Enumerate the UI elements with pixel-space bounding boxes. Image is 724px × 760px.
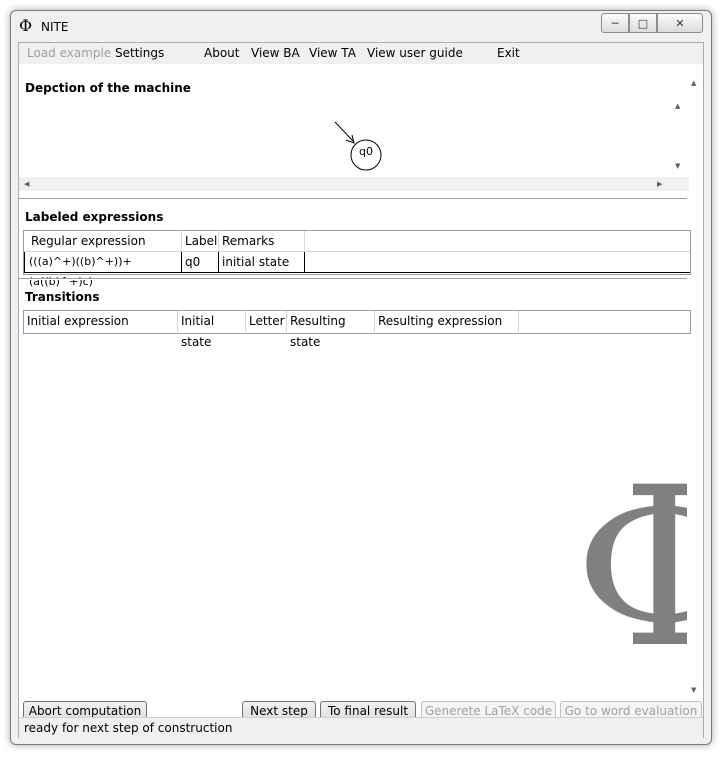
main-content: Load example Settings About View BA View… xyxy=(18,42,704,738)
labeled-expressions-title: Labeled expressions xyxy=(25,210,164,224)
phi-app-icon: Φ xyxy=(19,16,33,35)
machine-canvas[interactable]: q0 xyxy=(19,99,689,179)
menu-view-ba[interactable]: View BA xyxy=(251,46,300,60)
labeled-expressions-table: Regular expression Label Remarks (((a)^+… xyxy=(23,230,691,288)
window-title: NITE xyxy=(41,20,69,34)
cell-regular-expression[interactable]: (((a)^+)((b)^+))+(a((b)^+)c) xyxy=(24,252,182,288)
scroll-up-arrow-icon[interactable]: ▲ xyxy=(691,79,696,87)
section-divider xyxy=(19,198,687,200)
status-bar: ready for next step of construction xyxy=(19,717,703,738)
column-header-initial-expression[interactable]: Initial expression xyxy=(24,311,178,332)
depiction-title: Depction of the machine xyxy=(25,81,191,95)
transitions-title: Transitions xyxy=(25,290,100,304)
app-window: Φ NITE ─ □ ✕ Load example Settings About… xyxy=(10,10,712,745)
menu-bar: Load example Settings About View BA View… xyxy=(19,43,703,64)
minimize-button[interactable]: ─ xyxy=(601,13,629,33)
column-header-initial-state[interactable]: Initial state xyxy=(178,311,246,349)
transitions-table: Initial expression Initial state Letter … xyxy=(23,310,691,349)
menu-view-ta[interactable]: View TA xyxy=(309,46,356,60)
column-header-regular-expression[interactable]: Regular expression xyxy=(24,231,182,252)
depiction-scroll-up-icon[interactable]: ▲ xyxy=(675,102,680,110)
column-header-remarks[interactable]: Remarks xyxy=(219,231,305,252)
initial-arrowhead xyxy=(345,134,355,144)
table-row[interactable]: (((a)^+)((b)^+))+(a((b)^+)c) q0 initial … xyxy=(24,252,690,288)
state-label: q0 xyxy=(359,145,373,158)
status-text: ready for next step of construction xyxy=(24,721,233,735)
scroll-down-arrow-icon[interactable]: ▼ xyxy=(691,686,696,694)
initial-arrow-line xyxy=(334,121,354,142)
scroll-left-icon[interactable]: ◀ xyxy=(24,180,29,188)
menu-about[interactable]: About xyxy=(204,46,239,60)
scroll-right-icon[interactable]: ▶ xyxy=(657,180,662,188)
column-header-resulting-expression[interactable]: Resulting expression xyxy=(375,311,519,332)
column-header-filler xyxy=(305,231,690,252)
menu-exit[interactable]: Exit xyxy=(497,46,520,60)
phi-logo-glyph: Φ xyxy=(574,478,687,663)
window-controls: ─ □ ✕ xyxy=(601,13,703,33)
cell-label[interactable]: q0 xyxy=(182,252,219,272)
close-icon: ✕ xyxy=(675,16,685,30)
maximize-icon: □ xyxy=(637,16,649,30)
maximize-button[interactable]: □ xyxy=(629,13,657,33)
menu-settings[interactable]: Settings xyxy=(115,46,164,60)
table-bottom-rule xyxy=(24,272,690,273)
column-header-letter[interactable]: Letter xyxy=(246,311,287,332)
depiction-horizontal-scrollbar[interactable]: ◀ ▶ xyxy=(19,177,689,191)
minimize-icon: ─ xyxy=(611,16,619,30)
column-header-label[interactable]: Label xyxy=(182,231,219,252)
column-header-resulting-state[interactable]: Resulting state xyxy=(287,311,375,349)
depiction-scroll-down-icon[interactable]: ▼ xyxy=(675,162,680,170)
menu-view-user-guide[interactable]: View user guide xyxy=(367,46,463,60)
cell-remarks[interactable]: initial state xyxy=(219,252,305,272)
close-button[interactable]: ✕ xyxy=(657,13,703,33)
column-header-filler xyxy=(519,311,690,332)
section-divider xyxy=(19,278,687,280)
menu-load-example[interactable]: Load example xyxy=(27,46,111,60)
title-bar[interactable]: Φ NITE ─ □ ✕ xyxy=(11,11,711,41)
phi-logo: Φ xyxy=(574,478,687,663)
depiction-vertical-scrollbar[interactable]: ▲ ▼ xyxy=(670,99,687,177)
automaton-diagram xyxy=(334,121,382,171)
